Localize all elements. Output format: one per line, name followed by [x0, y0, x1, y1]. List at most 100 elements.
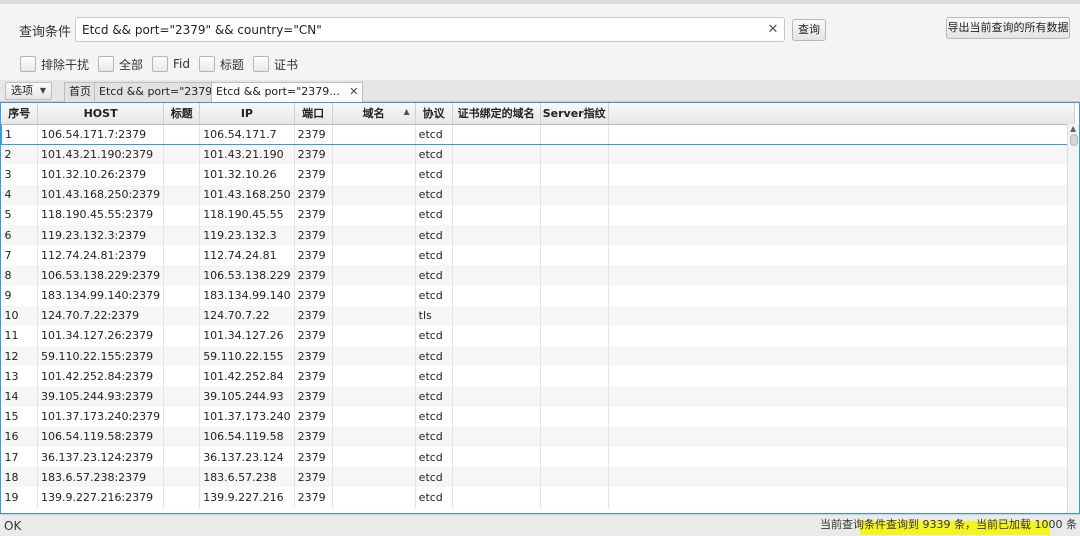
cell-title [163, 406, 201, 427]
tab-home[interactable]: 首页 [64, 82, 96, 102]
table-row[interactable]: 7 112.74.24.81:2379 112.74.24.81 2379 etcd [1, 245, 1075, 266]
table-row[interactable]: 2 101.43.21.190:2379 101.43.21.190 2379 etcd [1, 144, 1075, 165]
cell-host: 183.134.99.140:2379 [37, 285, 165, 306]
table-row[interactable]: 3 101.32.10.26:2379 101.32.10.26 2379 etcd [1, 164, 1075, 185]
table-row[interactable]: 17 36.137.23.124:2379 36.137.23.124 2379 etc… [1, 447, 1075, 468]
col-header-domain[interactable]: 域名 ▲ [332, 103, 416, 125]
cell-cert-domain [452, 285, 541, 306]
col-header-title[interactable]: 标题 [163, 103, 201, 125]
cell-index: 9 [1, 285, 38, 306]
cell-protocol: etcd [415, 346, 453, 367]
cell-cert-domain [452, 366, 541, 387]
table-row[interactable]: 15 101.37.173.240:2379 101.37.173.240 2379 e… [1, 406, 1075, 427]
col-header-index[interactable]: 序号 [1, 103, 38, 125]
col-header-protocol[interactable]: 协议 [415, 103, 453, 125]
checkbox-box[interactable] [98, 56, 115, 72]
table-row[interactable]: 10 124.70.7.22:2379 124.70.7.22 2379 tls [1, 305, 1075, 326]
cell-title [163, 325, 201, 347]
cell-server [540, 305, 609, 326]
query-input[interactable] [75, 17, 785, 42]
table-row[interactable]: 16 106.54.119.58:2379 106.54.119.58 2379 etc… [1, 426, 1075, 447]
cell-domain [332, 467, 416, 488]
cell-ip: 36.137.23.124 [199, 447, 295, 468]
query-button[interactable]: 查询 [792, 19, 826, 41]
cell-port: 2379 [294, 285, 333, 306]
cell-host: 59.110.22.155:2379 [37, 346, 165, 367]
cell-protocol: etcd [415, 366, 453, 387]
table-row[interactable]: 8 106.53.138.229:2379 106.53.138.229 2379 et… [1, 265, 1075, 286]
scrollbar-thumb[interactable] [1070, 134, 1078, 146]
cell-filler [608, 245, 1075, 266]
cell-cert-domain [452, 346, 541, 367]
checkbox-box[interactable] [152, 56, 169, 72]
cell-host: 39.105.244.93:2379 [37, 386, 165, 407]
cell-server [540, 123, 609, 145]
table-row[interactable]: 14 39.105.244.93:2379 39.105.244.93 2379 etc… [1, 386, 1075, 407]
cell-server [540, 164, 609, 185]
col-header-port[interactable]: 端口 [294, 103, 333, 125]
checkbox-label: 证书 [274, 57, 299, 72]
tab-label: Etcd && port="2379" [99, 85, 218, 98]
options-dropdown[interactable]: 选项 ▼ [5, 82, 52, 100]
checkbox-title[interactable]: 标题 [199, 56, 244, 73]
table-row[interactable]: 4 101.43.168.250:2379 101.43.168.250 2379 et… [1, 184, 1075, 205]
status-bar: OK 当前查询条件查询到 9339 条，当前已加载 1000 条 [0, 514, 1080, 536]
cell-ip: 106.54.119.58 [199, 426, 295, 447]
cell-title [163, 204, 201, 225]
cell-server [540, 426, 609, 447]
cell-host: 118.190.45.55:2379 [37, 204, 165, 225]
export-all-button[interactable]: 导出当前查询的所有数据 [946, 17, 1070, 39]
cell-host: 101.43.168.250:2379 [37, 184, 165, 205]
scroll-up-icon[interactable]: ▲ [1070, 124, 1076, 133]
checkbox-exclude-noise[interactable]: 排除干扰 [20, 56, 89, 73]
cell-host: 106.54.171.7:2379 [37, 123, 165, 145]
cell-server [540, 346, 609, 367]
cell-filler [608, 123, 1075, 145]
tab-query-1[interactable]: Etcd && port="2379" [94, 82, 223, 102]
col-header-host[interactable]: HOST [37, 103, 165, 125]
table-row[interactable]: 9 183.134.99.140:2379 183.134.99.140 2379 et… [1, 285, 1075, 306]
cell-ip: 101.37.173.240 [199, 406, 295, 427]
cell-port: 2379 [294, 487, 333, 508]
checkbox-box[interactable] [20, 56, 36, 72]
cell-port: 2379 [294, 386, 333, 407]
cell-index: 1 [1, 123, 38, 145]
checkbox-cert[interactable]: 证书 [253, 56, 298, 73]
close-icon[interactable]: ✕ [349, 85, 358, 98]
table-row[interactable]: 12 59.110.22.155:2379 59.110.22.155 2379 etc… [1, 346, 1075, 367]
col-header-ip[interactable]: IP [199, 103, 295, 125]
cell-server [540, 224, 609, 246]
cell-cert-domain [452, 467, 541, 488]
cell-port: 2379 [294, 164, 333, 185]
cell-index: 18 [1, 467, 38, 488]
checkbox-all[interactable]: 全部 [98, 56, 143, 73]
close-icon[interactable]: ✕ [765, 22, 781, 38]
cell-index: 11 [1, 325, 38, 347]
checkbox-box[interactable] [199, 56, 216, 72]
table-row[interactable]: 11 101.34.127.26:2379 101.34.127.26 2379 etc… [1, 325, 1075, 347]
cell-index: 6 [1, 224, 38, 246]
table-row[interactable]: 6 119.23.132.3:2379 119.23.132.3 2379 etcd [1, 224, 1075, 246]
tab-query-2[interactable]: Etcd && port="2379... ✕ [211, 82, 364, 103]
table-row[interactable]: 1 106.54.171.7:2379 106.54.171.7 2379 etcd [1, 123, 1075, 145]
checkbox-box[interactable] [253, 56, 270, 72]
vertical-scrollbar[interactable]: ▲ [1067, 124, 1079, 513]
result-count-text: 当前查询条件查询到 9339 条，当前已加载 1000 条 [820, 518, 1077, 531]
cell-domain [332, 164, 416, 185]
cell-title [163, 164, 201, 185]
cell-filler [608, 204, 1075, 225]
cell-ip: 101.43.168.250 [199, 184, 295, 205]
col-header-server[interactable]: Server指纹 [540, 103, 609, 125]
table-row[interactable]: 5 118.190.45.55:2379 118.190.45.55 2379 etcd [1, 204, 1075, 225]
cell-cert-domain [452, 224, 541, 246]
cell-ip: 124.70.7.22 [199, 305, 295, 326]
cell-server [540, 325, 609, 347]
cell-cert-domain [452, 164, 541, 185]
table-row[interactable]: 18 183.6.57.238:2379 183.6.57.238 2379 etcd [1, 467, 1075, 488]
cell-index: 4 [1, 184, 38, 205]
checkbox-fid[interactable]: Fid [152, 56, 190, 72]
table-row[interactable]: 19 139.9.227.216:2379 139.9.227.216 2379 etc… [1, 487, 1075, 508]
table-row[interactable]: 13 101.42.252.84:2379 101.42.252.84 2379 etc… [1, 366, 1075, 387]
col-header-cert-domain[interactable]: 证书绑定的域名 [452, 103, 541, 125]
cell-title [163, 285, 201, 306]
